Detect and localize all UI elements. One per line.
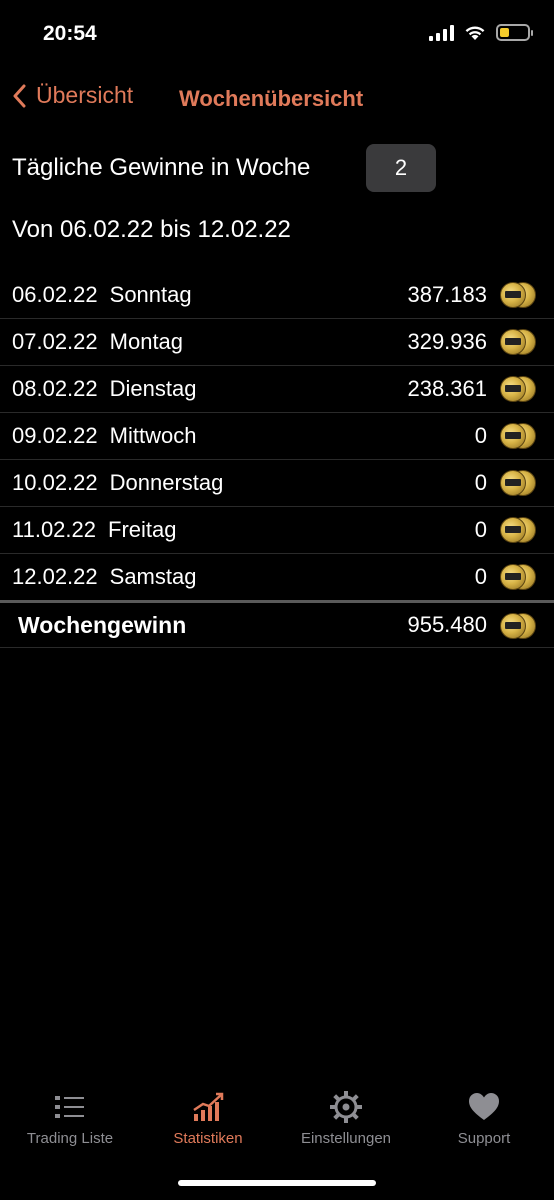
coins-icon bbox=[500, 422, 536, 449]
page-title: Wochenübersicht bbox=[179, 86, 364, 111]
row-amount: 0 bbox=[474, 423, 487, 448]
row-date: 07.02.22 bbox=[12, 329, 98, 354]
row-amount: 329.936 bbox=[407, 329, 487, 354]
cellular-signal-icon bbox=[429, 24, 454, 41]
tab-trading-liste[interactable]: Trading Liste bbox=[0, 1090, 140, 1147]
row-day: Freitag bbox=[108, 517, 177, 542]
week-label: Tägliche Gewinne in Woche bbox=[12, 154, 311, 181]
chevron-left-icon bbox=[13, 84, 26, 107]
row-day: Montag bbox=[109, 329, 184, 354]
row-amount: 387.183 bbox=[407, 282, 487, 307]
row-amount: 0 bbox=[474, 470, 487, 495]
date-range: Von 06.02.22 bis 12.02.22 bbox=[12, 216, 291, 243]
tab-label: Einstellungen bbox=[300, 1130, 392, 1147]
total-label: Wochengewinn bbox=[18, 612, 187, 638]
row-day: Donnerstag bbox=[109, 470, 224, 495]
coins-icon bbox=[500, 516, 536, 543]
heart-icon bbox=[469, 1093, 499, 1120]
chart-icon bbox=[193, 1092, 224, 1121]
daily-profit-list: 06.02.22 Sonntag 387.183 07.02.22 Montag 3… bbox=[0, 272, 554, 648]
coins-icon bbox=[500, 563, 536, 590]
gear-icon bbox=[330, 1091, 362, 1123]
status-bar: 20:54 bbox=[0, 0, 554, 72]
list-item: 09.02.22 Mittwoch 0 bbox=[0, 413, 554, 460]
week-number-field[interactable]: 2 bbox=[366, 144, 436, 192]
tab-einstellungen[interactable]: Einstellungen bbox=[276, 1090, 416, 1147]
total-row: Wochengewinn 955.480 bbox=[0, 603, 554, 648]
tab-label: Statistiken bbox=[173, 1130, 243, 1147]
coins-icon bbox=[500, 469, 536, 496]
row-date: 11.02.22 bbox=[12, 517, 97, 542]
row-amount: 0 bbox=[474, 564, 487, 589]
tab-label: Support bbox=[457, 1130, 511, 1147]
row-date: 06.02.22 bbox=[12, 282, 98, 307]
total-amount: 955.480 bbox=[407, 612, 487, 637]
tab-label: Trading Liste bbox=[26, 1130, 114, 1147]
home-indicator[interactable] bbox=[178, 1180, 376, 1186]
nav-bar: Übersicht Wochenübersicht bbox=[0, 78, 554, 118]
screen: 20:54 Übersicht Wochenübersicht Tägliche… bbox=[0, 0, 554, 1200]
wifi-icon bbox=[465, 26, 485, 40]
row-day: Mittwoch bbox=[109, 423, 197, 448]
battery-icon bbox=[496, 24, 533, 41]
row-day: Samstag bbox=[109, 564, 197, 589]
list-item: 12.02.22 Samstag 0 bbox=[0, 554, 554, 600]
row-amount: 0 bbox=[474, 517, 487, 542]
coins-icon bbox=[500, 328, 536, 355]
row-day: Dienstag bbox=[109, 376, 197, 401]
row-date: 09.02.22 bbox=[12, 423, 98, 448]
list-item: 10.02.22 Donnerstag 0 bbox=[0, 460, 554, 507]
row-date: 08.02.22 bbox=[12, 376, 98, 401]
row-day: Sonntag bbox=[109, 282, 192, 307]
back-button[interactable]: Übersicht bbox=[12, 82, 133, 109]
coins-icon bbox=[500, 281, 536, 308]
week-selector-row: Tägliche Gewinne in Woche 2 bbox=[12, 144, 542, 192]
list-item: 06.02.22 Sonntag 387.183 bbox=[0, 272, 554, 319]
coins-icon bbox=[500, 375, 536, 402]
list-icon bbox=[55, 1096, 84, 1118]
status-icons bbox=[429, 24, 533, 41]
coins-icon bbox=[500, 612, 536, 639]
list-item: 08.02.22 Dienstag 238.361 bbox=[0, 366, 554, 413]
list-item: 07.02.22 Montag 329.936 bbox=[0, 319, 554, 366]
list-item: 11.02.22 Freitag 0 bbox=[0, 507, 554, 554]
row-date: 10.02.22 bbox=[12, 470, 98, 495]
back-label: Übersicht bbox=[36, 82, 134, 108]
tab-bar: Trading Liste Statistiken Einstellungen … bbox=[0, 1090, 554, 1160]
tab-support[interactable]: Support bbox=[414, 1090, 554, 1147]
tab-statistiken[interactable]: Statistiken bbox=[138, 1090, 278, 1147]
row-date: 12.02.22 bbox=[12, 564, 98, 589]
row-amount: 238.361 bbox=[407, 376, 487, 401]
status-time: 20:54 bbox=[43, 22, 97, 45]
